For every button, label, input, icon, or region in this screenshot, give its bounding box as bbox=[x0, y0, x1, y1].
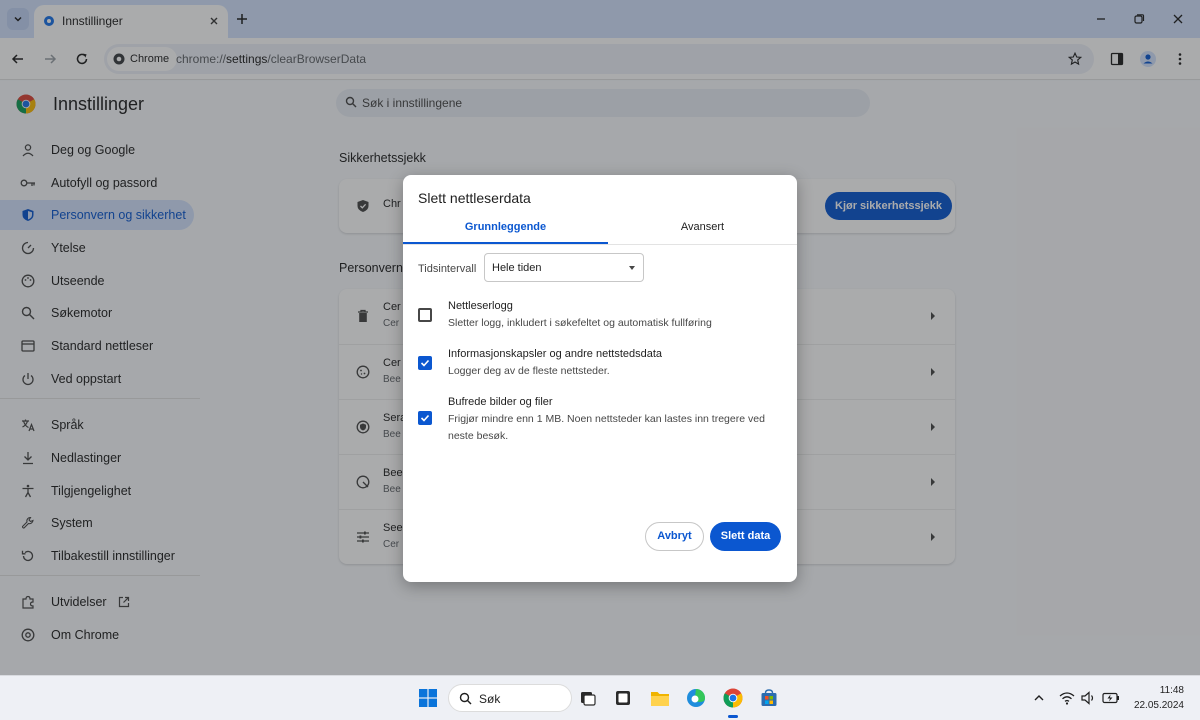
store-icon bbox=[761, 689, 777, 706]
checkmark-icon bbox=[420, 414, 430, 422]
taskbar: Søk 11:48 22.05.2024 bbox=[0, 675, 1200, 720]
volume-button[interactable] bbox=[1080, 690, 1098, 706]
chrome-taskbar-button[interactable] bbox=[721, 686, 745, 710]
dropdown-caret-icon bbox=[629, 266, 635, 270]
task-view-icon bbox=[581, 692, 596, 706]
edge-icon bbox=[687, 689, 705, 707]
clear-data-button[interactable]: Slett data bbox=[710, 522, 781, 551]
checkmark-icon bbox=[420, 359, 430, 367]
time-range-select[interactable]: Hele tiden bbox=[484, 253, 644, 282]
taskbar-search[interactable]: Søk bbox=[448, 684, 572, 712]
active-app-indicator bbox=[728, 715, 738, 718]
battery-button[interactable] bbox=[1102, 690, 1120, 706]
clear-browsing-data-dialog: Slett nettleserdata Grunnleggende Avanse… bbox=[403, 175, 797, 582]
edge-button[interactable] bbox=[684, 686, 708, 710]
clock-date: 22.05.2024 bbox=[1133, 700, 1184, 711]
option-title: Nettleserlogg bbox=[448, 300, 513, 312]
cancel-button[interactable]: Avbryt bbox=[645, 522, 704, 551]
option-subtitle: Sletter logg, inkludert i søkefeltet og … bbox=[448, 317, 712, 329]
show-hidden-icons-button[interactable] bbox=[1030, 690, 1048, 706]
browsing-history-checkbox[interactable] bbox=[418, 308, 432, 322]
time-range-value: Hele tiden bbox=[492, 262, 542, 274]
folder-icon bbox=[651, 691, 669, 706]
windows-logo-icon bbox=[419, 689, 437, 707]
widgets-icon bbox=[616, 691, 630, 705]
clock[interactable]: 11:48 22.05.2024 bbox=[1130, 683, 1184, 713]
store-button[interactable] bbox=[757, 686, 781, 710]
dialog-title: Slett nettleserdata bbox=[418, 190, 531, 206]
battery-charging-icon bbox=[1102, 692, 1119, 704]
cookies-checkbox[interactable] bbox=[418, 356, 432, 370]
clock-time: 11:48 bbox=[1159, 685, 1184, 696]
task-view-button[interactable] bbox=[576, 686, 600, 710]
taskbar-search-label: Søk bbox=[479, 692, 501, 706]
option-subtitle: Frigjør mindre enn 1 MB. Noen nettsteder… bbox=[448, 413, 765, 442]
wifi-button[interactable] bbox=[1058, 690, 1076, 706]
start-button[interactable] bbox=[416, 686, 440, 710]
wifi-icon bbox=[1059, 692, 1075, 705]
file-explorer-button[interactable] bbox=[648, 686, 672, 710]
tab-divider bbox=[403, 244, 797, 245]
option-title: Informasjonskapsler og andre nettstedsda… bbox=[448, 348, 663, 360]
widgets-button[interactable] bbox=[611, 686, 635, 710]
search-icon bbox=[459, 692, 472, 705]
option-title: Bufrede bilder og filer bbox=[448, 396, 553, 408]
tab-advanced[interactable]: Avansert bbox=[608, 221, 797, 243]
speaker-icon bbox=[1081, 691, 1094, 705]
cached-images-checkbox[interactable] bbox=[418, 411, 432, 425]
tab-basic[interactable]: Grunnleggende bbox=[403, 221, 608, 243]
chrome-logo-icon bbox=[723, 688, 743, 708]
time-range-label: Tidsintervall bbox=[418, 263, 477, 275]
chevron-up-icon bbox=[1034, 695, 1044, 701]
option-subtitle: Logger deg av de fleste nettsteder. bbox=[448, 365, 610, 377]
